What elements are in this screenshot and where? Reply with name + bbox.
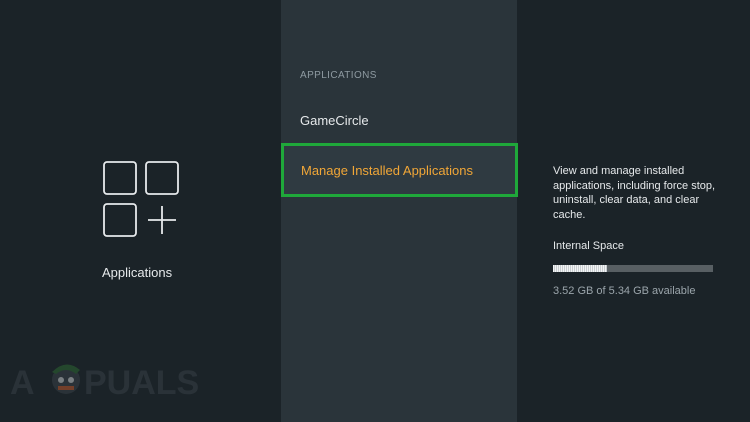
storage-available-text: 3.52 GB of 5.34 GB available bbox=[553, 285, 696, 297]
menu-item-manage-installed-applications[interactable]: Manage Installed Applications bbox=[281, 143, 518, 197]
menu-item-label: Manage Installed Applications bbox=[301, 163, 474, 178]
center-pane bbox=[281, 0, 517, 422]
appuals-watermark-logo: A PUALS bbox=[10, 364, 199, 402]
category-label: Applications bbox=[102, 265, 173, 280]
storage-used-fill bbox=[553, 265, 608, 272]
menu-item-gamecircle[interactable]: GameCircle bbox=[300, 113, 369, 128]
watermark-text: PUALS bbox=[84, 364, 199, 402]
item-description: View and manage installed applications, … bbox=[553, 165, 716, 221]
applications-grid-icon bbox=[103, 161, 179, 237]
section-header: APPLICATIONS bbox=[300, 70, 377, 81]
storage-progress-bar bbox=[553, 265, 713, 272]
storage-title: Internal Space bbox=[553, 240, 624, 252]
svg-text:A: A bbox=[10, 364, 35, 402]
